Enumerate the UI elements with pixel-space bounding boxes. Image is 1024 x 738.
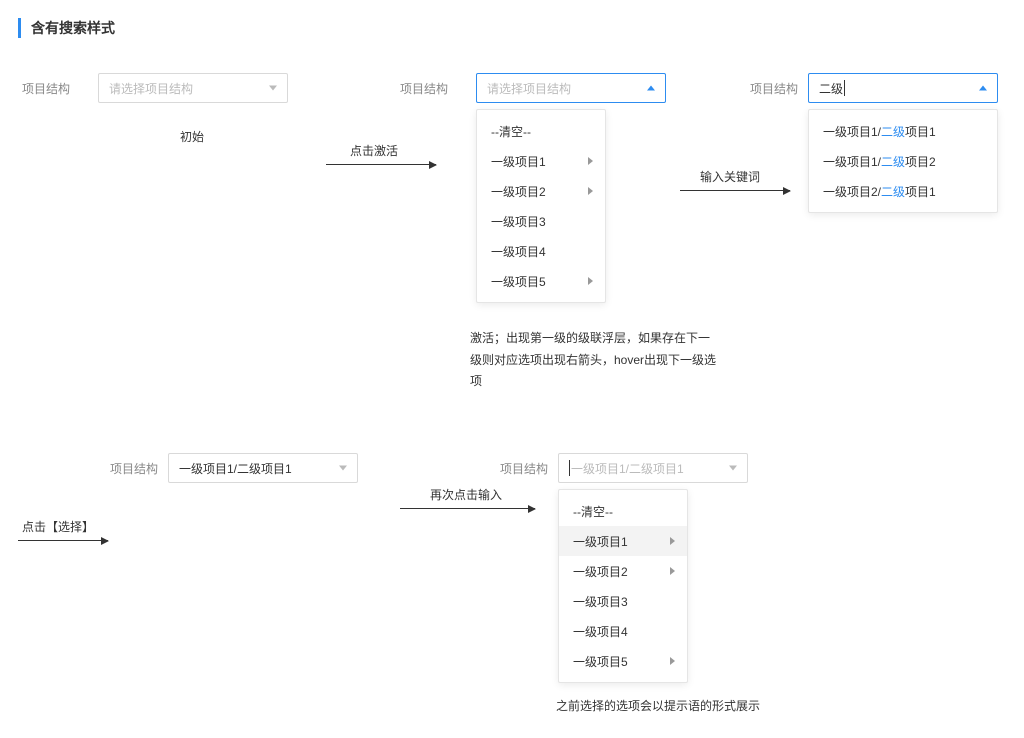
result-suffix: 项目1 bbox=[905, 183, 936, 200]
option-item[interactable]: 一级项目1 bbox=[477, 146, 605, 176]
result-suffix: 项目1 bbox=[905, 123, 936, 140]
placeholder-text: 请选择项目结构 bbox=[109, 80, 193, 97]
field-label-2: 项目结构 bbox=[400, 80, 448, 97]
field-label-1: 项目结构 bbox=[22, 80, 70, 97]
chevron-up-icon bbox=[979, 86, 987, 91]
diagram-stage: 项目结构 请选择项目结构 初始 点击激活 项目结构 请选择项目结构 --清空--… bbox=[0, 68, 1024, 738]
arrow-icon-2 bbox=[680, 190, 790, 191]
chevron-right-icon bbox=[670, 537, 675, 545]
arrow-label-3: 点击【选择】 bbox=[22, 518, 94, 535]
option-text: 一级项目3 bbox=[573, 593, 628, 610]
cascader-select-filled[interactable]: 一级项目1/二级项目1 bbox=[168, 453, 358, 483]
search-result[interactable]: 一级项目1/二级项目1 bbox=[809, 116, 997, 146]
option-clear[interactable]: --清空-- bbox=[559, 496, 687, 526]
chevron-right-icon bbox=[588, 187, 593, 195]
field-label-3: 项目结构 bbox=[750, 80, 798, 97]
section-title: 含有搜索样式 bbox=[18, 18, 1024, 38]
search-result[interactable]: 一级项目1/二级项目2 bbox=[809, 146, 997, 176]
option-text: 一级项目1 bbox=[573, 533, 628, 550]
search-result[interactable]: 一级项目2/二级项目1 bbox=[809, 176, 997, 206]
arrow-label-2: 输入关键词 bbox=[700, 168, 760, 185]
result-prefix: 一级项目2/ bbox=[823, 183, 881, 200]
arrow-label-1: 点击激活 bbox=[350, 142, 398, 159]
state1-caption: 初始 bbox=[180, 128, 204, 145]
chevron-right-icon bbox=[588, 157, 593, 165]
placeholder-text: 请选择项目结构 bbox=[487, 80, 571, 97]
cascader-search-panel: 一级项目1/二级项目1 一级项目1/二级项目2 一级项目2/二级项目1 bbox=[808, 109, 998, 213]
chevron-down-icon bbox=[339, 466, 347, 471]
cascader-select-initial[interactable]: 请选择项目结构 bbox=[98, 73, 288, 103]
option-text: 一级项目2 bbox=[491, 183, 546, 200]
arrow-icon-1 bbox=[326, 164, 436, 165]
arrow-label-4: 再次点击输入 bbox=[430, 486, 502, 503]
option-text: 一级项目4 bbox=[573, 623, 628, 640]
field-label-5: 项目结构 bbox=[500, 460, 548, 477]
cascader-select-reopened[interactable]: 一级项目1/二级项目1 bbox=[558, 453, 748, 483]
option-item[interactable]: 一级项目4 bbox=[477, 236, 605, 266]
field-label-4: 项目结构 bbox=[110, 460, 158, 477]
option-item[interactable]: 一级项目2 bbox=[559, 556, 687, 586]
result-match: 二级 bbox=[881, 153, 905, 170]
option-text: 一级项目2 bbox=[573, 563, 628, 580]
option-item[interactable]: 一级项目4 bbox=[559, 616, 687, 646]
chevron-down-icon bbox=[269, 86, 277, 91]
option-item[interactable]: 一级项目5 bbox=[477, 266, 605, 296]
result-match: 二级 bbox=[881, 123, 905, 140]
option-item[interactable]: 一级项目3 bbox=[477, 206, 605, 236]
option-item[interactable]: 一级项目2 bbox=[477, 176, 605, 206]
chevron-down-icon bbox=[729, 466, 737, 471]
result-prefix: 一级项目1/ bbox=[823, 123, 881, 140]
result-suffix: 项目2 bbox=[905, 153, 936, 170]
result-match: 二级 bbox=[881, 183, 905, 200]
option-clear[interactable]: --清空-- bbox=[477, 116, 605, 146]
state2-description: 激活；出现第一级的级联浮层，如果存在下一级则对应选项出现右箭头，hover出现下… bbox=[470, 328, 720, 393]
option-item[interactable]: 一级项目3 bbox=[559, 586, 687, 616]
state5-description: 之前选择的选项会以提示语的形式展示 bbox=[556, 696, 816, 718]
option-text: 一级项目5 bbox=[573, 653, 628, 670]
option-item[interactable]: 一级项目5 bbox=[559, 646, 687, 676]
selected-value: 一级项目1/二级项目1 bbox=[179, 460, 292, 477]
chevron-right-icon bbox=[670, 657, 675, 665]
option-text: 一级项目1 bbox=[491, 153, 546, 170]
text-cursor bbox=[569, 460, 570, 476]
chevron-up-icon bbox=[647, 86, 655, 91]
chevron-right-icon bbox=[588, 277, 593, 285]
arrow-icon-4 bbox=[400, 508, 535, 509]
option-text: 一级项目4 bbox=[491, 243, 546, 260]
placeholder-previous-value: 一级项目1/二级项目1 bbox=[571, 460, 684, 477]
cascader-select-search[interactable]: 二级 bbox=[808, 73, 998, 103]
cascader-panel-2: --清空-- 一级项目1 一级项目2 一级项目3 一级项目4 一级项目5 bbox=[558, 489, 688, 683]
chevron-right-icon bbox=[670, 567, 675, 575]
arrow-icon-3 bbox=[18, 540, 108, 541]
cascader-select-active[interactable]: 请选择项目结构 bbox=[476, 73, 666, 103]
cascader-panel-1: --清空-- 一级项目1 一级项目2 一级项目3 一级项目4 一级项目5 bbox=[476, 109, 606, 303]
option-text: 一级项目3 bbox=[491, 213, 546, 230]
option-text: 一级项目5 bbox=[491, 273, 546, 290]
search-value: 二级 bbox=[819, 80, 843, 97]
result-prefix: 一级项目1/ bbox=[823, 153, 881, 170]
option-item-highlighted[interactable]: 一级项目1 bbox=[559, 526, 687, 556]
text-cursor bbox=[844, 80, 845, 96]
